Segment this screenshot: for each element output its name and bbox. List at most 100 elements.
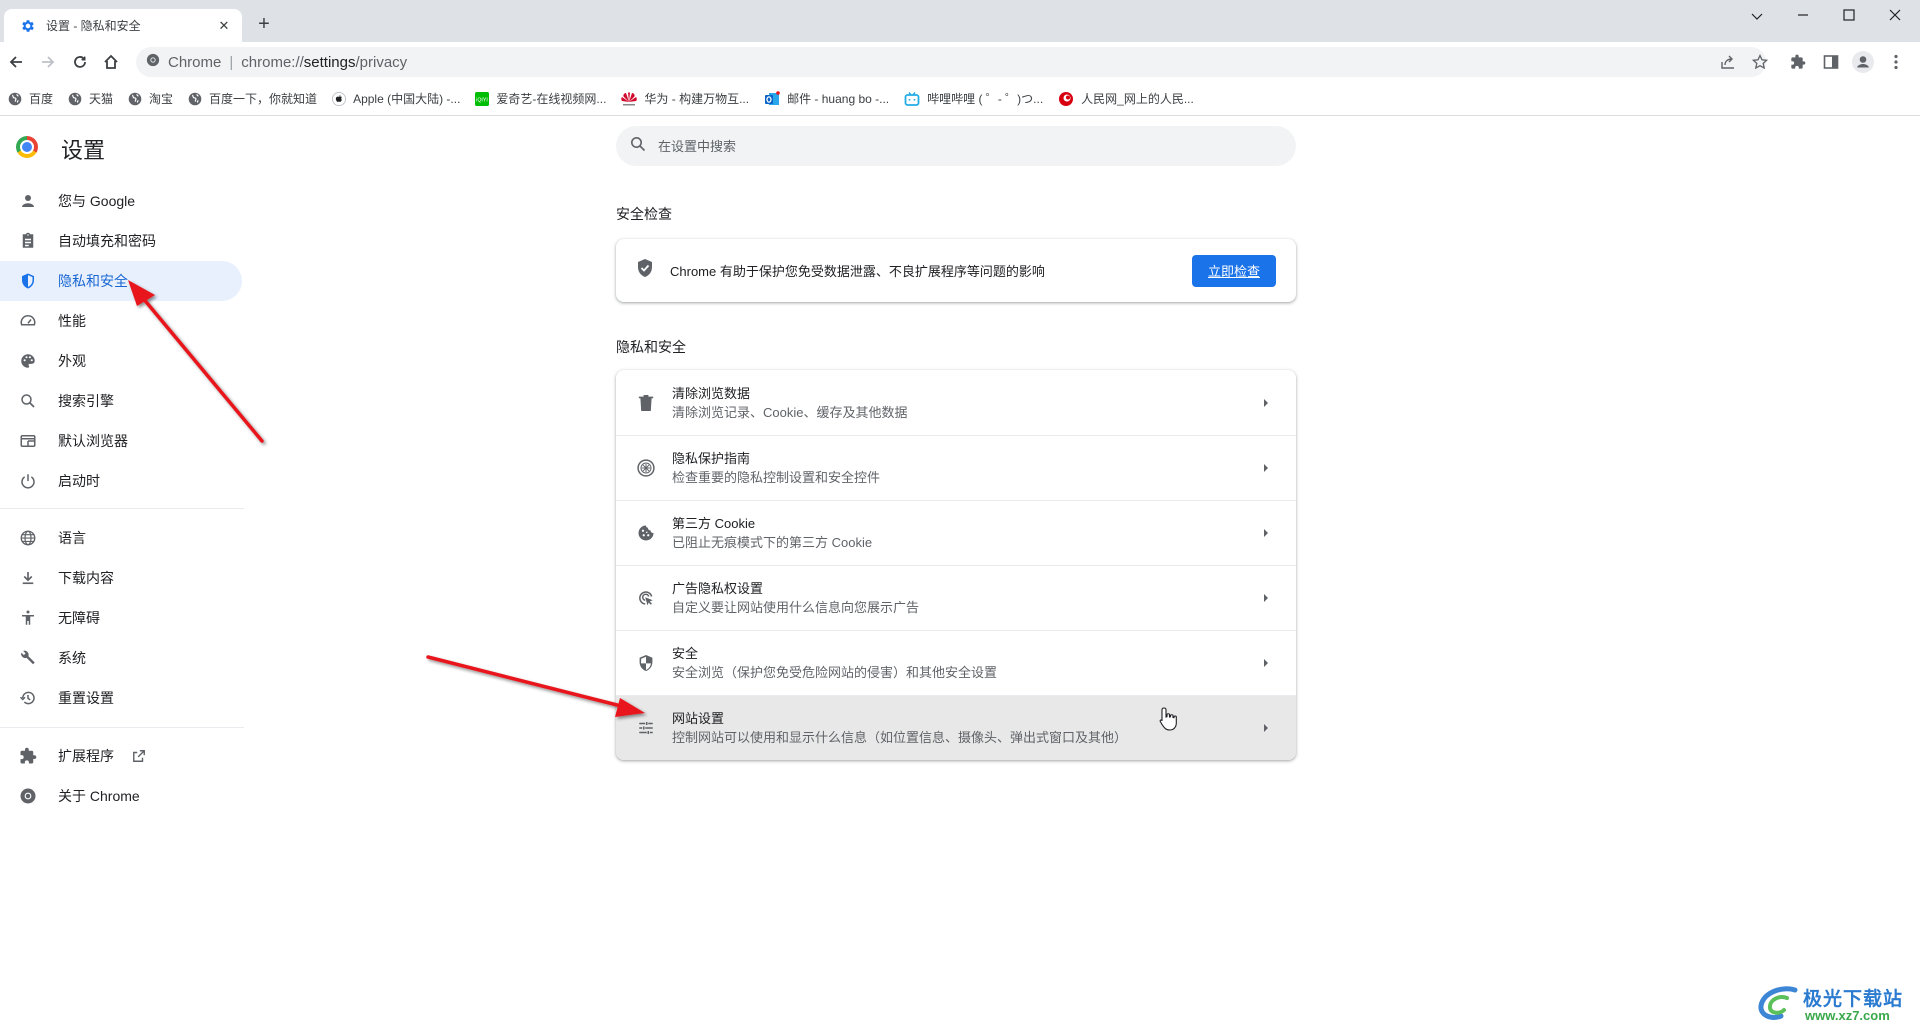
speedometer-icon [18,311,38,331]
privacy-setting-row[interactable]: 隐私保护指南 检查重要的隐私控制设置和安全控件 [616,435,1296,500]
sidebar-divider [0,727,244,728]
sidebar-item[interactable]: 默认浏览器 [0,421,242,461]
privacy-setting-row[interactable]: 广告隐私权设置 自定义要让网站使用什么信息向您展示广告 [616,565,1296,630]
home-icon[interactable] [99,50,123,74]
privacy-setting-row[interactable]: 第三方 Cookie 已阻止无痕模式下的第三方 Cookie [616,500,1296,565]
bookmark-label: 人民网_网上的人民... [1081,92,1194,106]
bookmark-label: 百度一下，你就知道 [209,92,318,106]
side-panel-icon[interactable] [1819,50,1843,74]
privacy-setting-row[interactable]: 安全 安全浏览（保护您免受危险网站的侵害）和其他安全设置 [616,630,1296,695]
sidebar-item[interactable]: 系统 [0,638,242,678]
sidebar-item-label: 系统 [58,650,86,666]
sidebar-item[interactable]: 重置设置 [0,678,242,718]
globe-icon [18,528,38,548]
profile-avatar-icon[interactable] [1851,50,1875,74]
sidebar-item-label: 搜索引擎 [58,393,114,409]
bookmark-star-icon[interactable] [1748,50,1772,74]
browser-tab[interactable]: 设置 - 隐私和安全 ✕ [4,9,242,42]
maximize-icon[interactable] [1829,4,1869,28]
sidebar-item[interactable]: 您与 Google [0,181,242,221]
chrome-site-icon[interactable] [146,53,160,71]
chevron-right-icon [1264,529,1268,537]
sidebar-item[interactable]: 启动时 [0,461,242,501]
row-title: 清除浏览数据 [672,385,751,401]
address-bar[interactable]: Chrome | chrome://settings/privacy [136,47,1766,77]
people-daily-icon [1058,91,1074,107]
bookmark-item[interactable]: 淘宝 [128,90,173,107]
new-tab-button[interactable]: + [253,13,275,36]
sidebar-item[interactable]: 无障碍 [0,598,242,638]
globe-icon [188,92,202,106]
extensions-puzzle-icon[interactable] [1786,50,1810,74]
sidebar-item-label: 隐私和安全 [58,273,128,289]
back-arrow-icon[interactable] [4,50,28,74]
sidebar-item[interactable]: 自动填充和密码 [0,221,242,261]
bookmark-label: 邮件 - huang bo -... [787,92,890,106]
close-tab-icon[interactable]: ✕ [216,18,232,34]
bookmark-item[interactable]: iQIYI 爱奇艺-在线视频网... [475,90,606,107]
wrench-icon [18,648,38,668]
row-title: 广告隐私权设置 [672,581,764,596]
bookmark-item[interactable]: 天猫 [68,90,113,107]
globe-icon [128,92,142,106]
settings-search-box[interactable] [616,126,1296,166]
privacy-setting-row[interactable]: 清除浏览数据 清除浏览记录、Cookie、缓存及其他数据 [616,370,1296,435]
sidebar-item[interactable]: 搜索引擎 [0,381,242,421]
bookmark-item[interactable]: 百度 [8,90,53,107]
chrome-icon [18,786,38,806]
search-icon [18,391,38,411]
tab-search-chevron-icon[interactable] [1737,4,1777,28]
huawei-icon [621,92,638,106]
forward-arrow-icon[interactable] [36,50,60,74]
bookmark-item[interactable]: Apple (中国大陆) -... [332,90,460,107]
site-name: Chrome [168,53,222,71]
bookmark-label: 百度 [29,92,54,106]
bookmark-item[interactable]: 人民网_网上的人民... [1058,90,1194,107]
sidebar-item[interactable]: 下载内容 [0,558,242,598]
bookmark-item[interactable]: 华为 - 构建万物互... [621,90,749,107]
row-texts: 广告隐私权设置 自定义要让网站使用什么信息向您展示广告 [672,579,1264,617]
tune-icon [636,718,656,738]
sidebar-item[interactable]: 性能 [0,301,242,341]
outlook-icon [764,90,780,107]
tab-title: 设置 - 隐私和安全 [46,19,141,33]
sidebar-item-label: 性能 [58,313,86,329]
bookmark-label: 淘宝 [149,92,174,106]
privacy-setting-row[interactable]: 网站设置 控制网站可以使用和显示什么信息（如位置信息、摄像头、弹出式窗口及其他） [616,695,1296,760]
bookmark-item[interactable]: 百度一下，你就知道 [188,90,317,107]
more-menu-icon[interactable] [1884,50,1908,74]
bookmark-item[interactable]: 哔哩哔哩 ( ゜- ゜)つ... [904,90,1043,107]
trash-icon [636,393,656,413]
sidebar-item[interactable]: 隐私和安全 [0,261,242,301]
check-now-button[interactable]: 立即检查 [1192,254,1276,287]
red-arrow-to-site-settings [426,655,645,717]
url-host: settings [303,53,356,71]
share-icon[interactable] [1716,50,1740,74]
bookmarks-bar: 百度 天猫 淘宝 百度一下，你就知道 Apple (中国大陆) -... iQIYI 爱奇艺… [0,82,1920,116]
sidebar-item[interactable]: 语言 [0,518,242,558]
iqiyi-icon: iQIYI [475,91,490,106]
row-subtitle: 安全浏览（保护您免受危险网站的侵害）和其他安全设置 [672,665,998,680]
window-close-icon[interactable] [1875,4,1915,28]
url-path: /privacy [355,53,408,71]
chevron-right-icon [1264,464,1268,472]
sidebar-item[interactable]: 外观 [0,341,242,381]
search-icon [630,136,646,157]
safety-check-heading: 安全检查 [616,206,672,222]
chevron-right-icon [1264,724,1268,732]
url-text[interactable]: chrome://settings/privacy [241,54,407,71]
reload-icon[interactable] [68,50,92,74]
bookmark-item[interactable]: 邮件 - huang bo -... [764,90,889,107]
sidebar-item-label: 扩展程序 [58,748,114,764]
ad-privacy-icon [636,588,656,608]
puzzle-icon [18,746,38,766]
row-title: 网站设置 [672,711,725,726]
browser-window-icon [18,431,38,451]
sidebar-item[interactable]: 扩展程序 [0,736,242,776]
sidebar-item[interactable]: 关于 Chrome [0,776,242,816]
safety-check-description: Chrome 有助于保护您免受数据泄露、不良扩展程序等问题的影响 [670,264,1045,279]
minimize-icon[interactable] [1783,4,1823,28]
row-texts: 清除浏览数据 清除浏览记录、Cookie、缓存及其他数据 [672,384,1264,422]
row-texts: 网站设置 控制网站可以使用和显示什么信息（如位置信息、摄像头、弹出式窗口及其他） [672,709,1264,747]
settings-search-input[interactable] [658,138,1258,154]
